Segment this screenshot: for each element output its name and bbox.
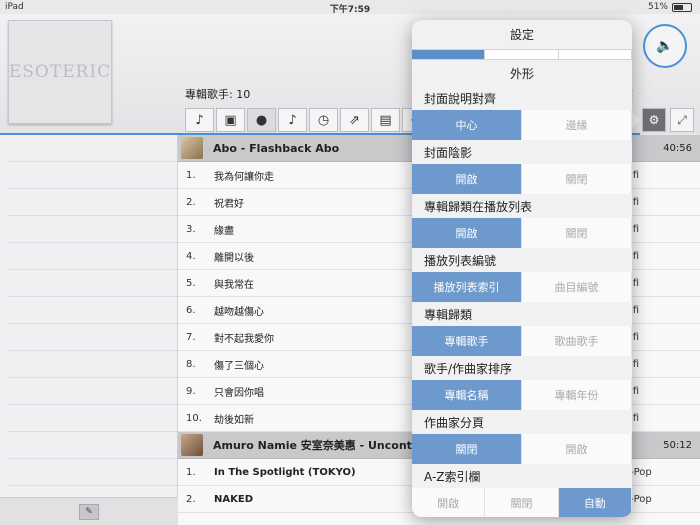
track-title: 只會因你唱 [214,387,264,399]
sidebar: ✎ [0,135,178,525]
status-bar: iPad 下午7:59 51% [0,0,700,15]
track-title: 對不起我愛你 [214,333,274,345]
list-title: 專輯歌手: 10 [185,88,251,101]
option-label: 專輯歸類在播放列表 [424,200,533,214]
segment-option[interactable]: 開啟 [412,218,522,248]
segment-option[interactable]: 關閉 [485,488,559,517]
segment-option[interactable]: 邊緣 [522,110,632,140]
segmented-control: 開啟 關閉 自動 [412,488,632,517]
track-number: 6. [186,304,196,316]
album-thumbnail [181,137,203,159]
segment-option[interactable]: 專輯歌手 [412,326,522,356]
track-number: 5. [186,277,196,289]
track-title: NAKED [214,493,253,505]
brand-logo: ESOTERIC [8,62,112,82]
segment-option[interactable]: 關閉 [522,218,632,248]
track-number: 8. [186,358,196,370]
track-title: 傷了三個心 [214,360,264,372]
battery-icon [672,2,692,12]
export-icon[interactable]: ⇗ [340,108,369,132]
browse-toolbar: ♪ ▣ ● ♪ ◷ ⇗ ▤ ⋯ [185,108,431,134]
tab-second[interactable] [485,50,559,59]
segmented-control: 中心 邊緣 [412,110,632,140]
segment-option[interactable]: 專輯名稱 [412,380,522,410]
settings-popover: 設定 外形 封面說明對齊 中心 邊緣 封面陰影 開啟 關閉 專輯歸類在播放列表 … [412,20,632,517]
option-label: 歌手/作曲家排序 [424,362,513,376]
track-title: 我為何讓你走 [214,171,274,183]
track-title: 緣盡 [214,225,234,237]
track-title: In The Spotlight (TOKYO) [214,466,356,478]
settings-tabs [412,50,632,60]
album-thumbnail [181,434,203,456]
popover-title: 設定 [412,20,632,50]
option-label: 封面陰影 [424,146,473,160]
battery-status: 51% [648,2,692,12]
segment-option[interactable]: 播放列表索引 [412,272,522,302]
segmented-control: 播放列表索引 曲目編號 [412,272,632,302]
popover-arrow [632,112,640,128]
edit-playlist-icon[interactable]: ✎ [79,503,99,520]
option-label: A-Z索引欄 [424,470,481,484]
segment-option[interactable]: 關閉 [522,164,632,194]
track-genre: -Pop [630,493,652,505]
track-title: 離開以後 [214,252,254,264]
battery-percent: 51% [647,2,668,12]
guitar-icon[interactable]: ♪ [278,108,307,132]
track-title: 劫後如新 [214,414,254,426]
track-number: 4. [186,250,196,262]
track-title: 與我常在 [214,279,254,291]
track-number: 2. [186,493,196,505]
track-number: 1. [186,466,196,478]
segment-option[interactable]: 開啟 [412,488,486,517]
track-number: 3. [186,223,196,235]
album-icon[interactable]: ▣ [216,108,245,132]
option-label: 封面說明對齊 [424,92,497,106]
track-number: 9. [186,385,196,397]
speaker-icon: 🔈 [656,38,674,54]
music-note-icon[interactable]: ♪ [185,108,214,132]
track-number: 7. [186,331,196,343]
segment-option[interactable]: 曲目編號 [522,272,632,302]
segmented-control: 專輯歌手 歌曲歌手 [412,326,632,356]
segment-option[interactable]: 中心 [412,110,522,140]
album-name: Abo - Flashback Abo [213,141,340,155]
album-art-placeholder[interactable]: ESOTERIC [8,20,112,124]
segment-option[interactable]: 專輯年份 [522,380,632,410]
track-title: 越吻越傷心 [214,306,264,318]
section-title: 外形 [509,66,534,81]
segment-option[interactable]: 歌曲歌手 [522,326,632,356]
tab-appearance[interactable] [412,50,486,59]
album-duration: 50:12 [663,439,692,451]
segmented-control: 開啟 關閉 [412,218,632,248]
segment-option[interactable]: 關閉 [412,434,522,464]
segment-option[interactable]: 開啟 [522,434,632,464]
track-number: 1. [186,169,196,181]
segmented-control: 開啟 關閉 [412,164,632,194]
track-number: 2. [186,196,196,208]
option-label: 作曲家分頁 [424,416,485,430]
clock-icon[interactable]: ◷ [309,108,338,132]
album-duration: 40:56 [663,142,692,154]
option-label: 專輯歸類 [424,308,473,322]
folder-icon[interactable]: ▤ [371,108,400,132]
segmented-control: 專輯名稱 專輯年份 [412,380,632,410]
segmented-control: 關閉 開啟 [412,434,632,464]
artist-icon[interactable]: ● [247,108,276,132]
segment-option[interactable]: 開啟 [412,164,522,194]
volume-button[interactable]: 🔈 [643,24,687,68]
gear-icon[interactable]: ⚙ [642,108,666,132]
option-label: 播放列表編號 [424,254,497,268]
album-name: Amuro Namie 安室奈美惠 - Uncontro [213,439,425,452]
tab-third[interactable] [558,50,632,59]
track-genre: -Pop [630,466,652,478]
track-title: 祝君好 [214,198,244,210]
segment-option[interactable]: 自動 [558,488,632,517]
sidebar-footer: ✎ [0,497,178,525]
fullscreen-icon[interactable]: ⤢ [670,108,694,132]
track-number: 10. [186,412,202,424]
